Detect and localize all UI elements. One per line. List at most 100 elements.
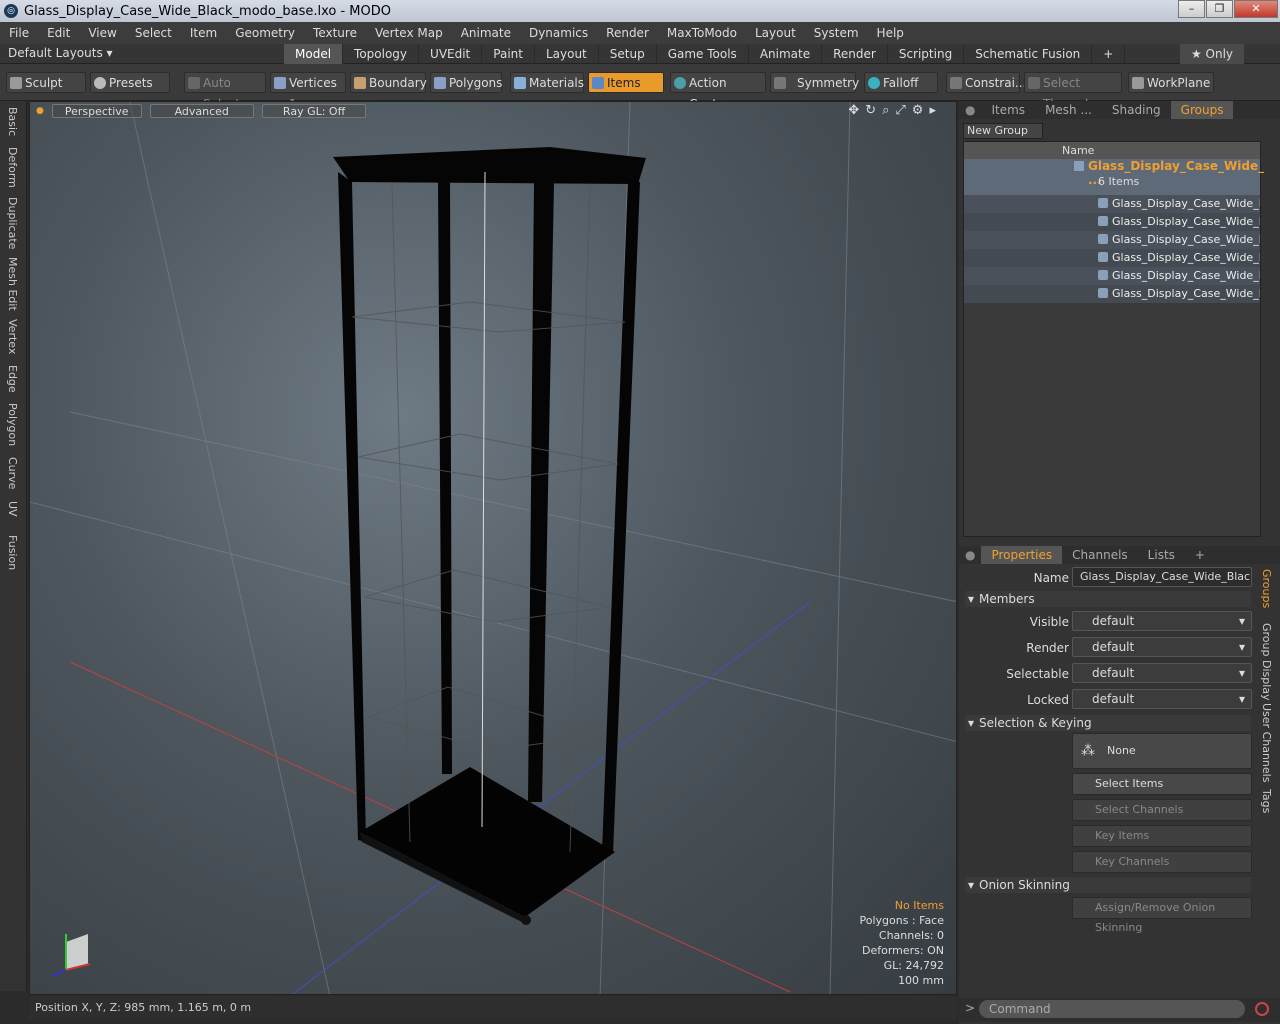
tab-layout[interactable]: Layout	[535, 44, 599, 64]
boundary-button[interactable]: Boundary	[350, 72, 427, 93]
tab-deform[interactable]: Deform	[6, 147, 19, 188]
auto-select-button[interactable]: Auto Select	[184, 72, 266, 111]
tab-edge[interactable]: Edge	[6, 365, 19, 393]
group-row[interactable]: Glass_Display_Case_Wide_ ... 6 Items	[964, 159, 1264, 195]
side-tab-group-display[interactable]: Group Display	[1260, 623, 1273, 701]
close-button[interactable]: ✕	[1234, 0, 1278, 18]
none-button[interactable]: ⁂ None	[1072, 733, 1252, 769]
constraints-button[interactable]: Constrai...	[946, 72, 1026, 93]
tab-schematic-fusion[interactable]: Schematic Fusion	[964, 44, 1093, 64]
menu-maxtomodo[interactable]: MaxToModo	[658, 26, 746, 40]
tab-items[interactable]: Items	[981, 101, 1035, 119]
tab-uv[interactable]: UV	[6, 501, 19, 517]
menu-view[interactable]: View	[79, 26, 125, 40]
materials-button[interactable]: Materials	[510, 72, 584, 93]
tab-groups[interactable]: Groups	[1170, 101, 1234, 119]
tab-shading[interactable]: Shading	[1102, 101, 1171, 119]
advanced-button[interactable]: Advanced	[149, 104, 254, 118]
select-channels-button[interactable]: Select Channels	[1072, 799, 1252, 821]
select-items-button[interactable]: Select Items	[1072, 773, 1252, 795]
panel-menu-icon[interactable]: ●	[959, 546, 981, 564]
record-icon[interactable]	[1255, 1002, 1269, 1016]
tab-fusion[interactable]: Fusion	[6, 535, 19, 570]
key-items-button[interactable]: Key Items	[1072, 825, 1252, 847]
side-tab-user-channels[interactable]: User Channels	[1260, 703, 1273, 782]
minimize-button[interactable]: –	[1178, 0, 1205, 18]
workplane-button[interactable]: WorkPlane	[1128, 72, 1214, 93]
tab-paint[interactable]: Paint	[482, 44, 535, 64]
list-item[interactable]: Glass_Display_Case_Wide_Bla ...	[964, 267, 1260, 285]
assign-onion-skinning-button[interactable]: Assign/Remove Onion Skinning	[1072, 897, 1252, 934]
select-through-button[interactable]: Select Through	[1024, 72, 1122, 111]
items-button[interactable]: Items	[588, 72, 664, 93]
menu-layout[interactable]: Layout	[746, 26, 805, 40]
tab-animate[interactable]: Animate	[749, 44, 823, 64]
tab-game-tools[interactable]: Game Tools	[657, 44, 749, 64]
side-tab-groups[interactable]: Groups	[1260, 569, 1273, 608]
tab-lists[interactable]: Lists	[1138, 546, 1185, 564]
sculpt-button[interactable]: Sculpt	[6, 72, 86, 93]
list-item[interactable]: Glass_Display_Case_Wide_Bla ...	[964, 231, 1260, 249]
locked-dropdown[interactable]: default	[1072, 689, 1252, 709]
tab-duplicate[interactable]: Duplicate	[6, 197, 19, 249]
tab-vertex[interactable]: Vertex	[6, 319, 19, 354]
viewport-menu-icon[interactable]: ●	[36, 106, 44, 116]
menu-texture[interactable]: Texture	[304, 26, 366, 40]
name-field[interactable]: Glass_Display_Case_Wide_Black (8	[1072, 567, 1252, 587]
menu-animate[interactable]: Animate	[452, 26, 520, 40]
tab-topology[interactable]: Topology	[343, 44, 420, 64]
raygl-button[interactable]: Ray GL: Off	[261, 104, 367, 118]
command-input[interactable]: Command	[979, 1000, 1245, 1018]
tab-uvedit[interactable]: UVEdit	[419, 44, 483, 64]
onion-skinning-section[interactable]: Onion Skinning	[965, 877, 1251, 893]
tab-scripting[interactable]: Scripting	[888, 44, 965, 64]
tab-polygon[interactable]: Polygon	[6, 403, 19, 446]
add-tab-button[interactable]: +	[1092, 44, 1126, 64]
falloff-button[interactable]: Falloff	[864, 72, 938, 93]
panel-menu-icon[interactable]: ●	[959, 101, 981, 119]
render-dropdown[interactable]: default	[1072, 637, 1252, 657]
tab-curve[interactable]: Curve	[6, 457, 19, 489]
presets-button[interactable]: Presets	[90, 72, 170, 93]
tab-mesh-edit[interactable]: Mesh Edit	[6, 257, 19, 311]
list-item[interactable]: Glass_Display_Case_Wide_Bla ...	[964, 285, 1260, 303]
add-tab-button[interactable]: +	[1185, 546, 1215, 564]
polygons-button[interactable]: Polygons	[430, 72, 502, 93]
members-section[interactable]: Members	[965, 591, 1251, 607]
list-item[interactable]: Glass_Display_Case_Wide_Bla ...	[964, 249, 1260, 267]
3d-viewport[interactable]: ● Perspective Advanced Ray GL: Off ✥↻⌕⤢⚙…	[29, 101, 957, 995]
menu-edit[interactable]: Edit	[38, 26, 79, 40]
selection-keying-section[interactable]: Selection & Keying	[965, 715, 1251, 731]
visible-dropdown[interactable]: default	[1072, 611, 1252, 631]
tab-model[interactable]: Model	[284, 44, 344, 64]
symmetry-button[interactable]: Symmetry	[770, 72, 859, 93]
menu-vertex-map[interactable]: Vertex Map	[366, 26, 452, 40]
tab-render[interactable]: Render	[822, 44, 888, 64]
tab-channels[interactable]: Channels	[1062, 546, 1138, 564]
tab-properties[interactable]: Properties	[981, 546, 1063, 564]
maximize-button[interactable]: ❐	[1206, 0, 1233, 18]
side-tab-tags[interactable]: Tags	[1260, 789, 1273, 813]
menu-render[interactable]: Render	[597, 26, 658, 40]
menu-system[interactable]: System	[805, 26, 868, 40]
menu-geometry[interactable]: Geometry	[226, 26, 304, 40]
menu-item[interactable]: Item	[181, 26, 226, 40]
list-item[interactable]: Glass_Display_Case_Wide_Black	[964, 195, 1260, 213]
selectable-dropdown[interactable]: default	[1072, 663, 1252, 683]
menu-help[interactable]: Help	[868, 26, 913, 40]
perspective-button[interactable]: Perspective	[51, 104, 142, 118]
default-layouts-dropdown[interactable]: Default Layouts ▾	[8, 46, 113, 60]
menu-file[interactable]: File	[0, 26, 38, 40]
action-center-button[interactable]: Action Center	[670, 72, 766, 111]
only-toggle[interactable]: ★ Only	[1180, 44, 1244, 64]
list-item[interactable]: Glass_Display_Case_Wide_Bla ...	[964, 213, 1260, 231]
vertices-button[interactable]: Vertices 1	[270, 72, 346, 111]
key-channels-button[interactable]: Key Channels	[1072, 851, 1252, 873]
menu-select[interactable]: Select	[126, 26, 181, 40]
tab-mesh[interactable]: Mesh ...	[1035, 101, 1102, 119]
menu-dynamics[interactable]: Dynamics	[520, 26, 597, 40]
name-column-header[interactable]: Name	[964, 142, 1260, 159]
viewport-nav-icons[interactable]: ✥↻⌕⤢⚙▸	[848, 103, 942, 118]
new-group-button[interactable]: New Group	[963, 123, 1043, 139]
tab-setup[interactable]: Setup	[599, 44, 657, 64]
